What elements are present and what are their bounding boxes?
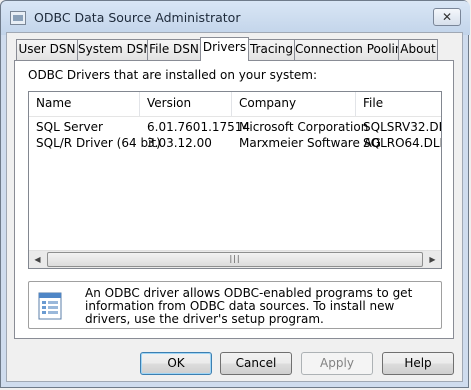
odbc-app-icon <box>10 11 26 25</box>
driver-company: Microsoft Corporation <box>239 120 369 134</box>
close-button[interactable]: ✕ <box>433 8 461 26</box>
driver-version: 3.03.12.00 <box>147 136 212 150</box>
ok-button[interactable]: OK <box>140 352 212 375</box>
driver-file: SQLRO64.DLL <box>363 136 442 150</box>
info-text: An ODBC driver allows ODBC-enabled progr… <box>85 286 413 326</box>
scroll-right-icon[interactable]: ▶ <box>424 251 441 268</box>
header-divider <box>29 116 441 117</box>
tab-connection-pooling[interactable]: Connection Pooling <box>294 39 410 60</box>
apply-button[interactable]: Apply <box>301 352 373 375</box>
drivers-list[interactable]: Name Version Company File SQL Server 6.0… <box>28 91 442 269</box>
help-button[interactable]: Help <box>382 352 454 375</box>
tab-drivers[interactable]: Drivers <box>200 37 249 61</box>
tab-system-dsn[interactable]: System DSN <box>77 39 152 60</box>
list-document-icon <box>38 292 62 320</box>
horizontal-scrollbar[interactable]: ◀ ||| ▶ <box>29 250 441 268</box>
scroll-thumb[interactable]: ||| <box>47 252 423 267</box>
tab-file-dsn[interactable]: File DSN <box>147 39 201 60</box>
driver-file: SQLSRV32.DLL <box>363 120 441 134</box>
column-header-file[interactable]: File <box>356 92 441 116</box>
driver-name: SQL Server <box>36 120 103 134</box>
column-header-name[interactable]: Name <box>29 92 140 116</box>
cancel-button[interactable]: Cancel <box>220 352 292 375</box>
window-title: ODBC Data Source Administrator <box>34 10 241 25</box>
tab-tracing[interactable]: Tracing <box>248 39 295 60</box>
scroll-left-icon[interactable]: ◀ <box>29 251 46 268</box>
tab-user-dsn[interactable]: User DSN <box>16 39 78 60</box>
installed-drivers-label: ODBC Drivers that are installed on your … <box>28 68 318 82</box>
column-header-company[interactable]: Company <box>232 92 356 116</box>
tab-about[interactable]: About <box>398 39 438 60</box>
column-header-version[interactable]: Version <box>140 92 232 116</box>
title-bar: ODBC Data Source Administrator ✕ <box>1 1 470 35</box>
